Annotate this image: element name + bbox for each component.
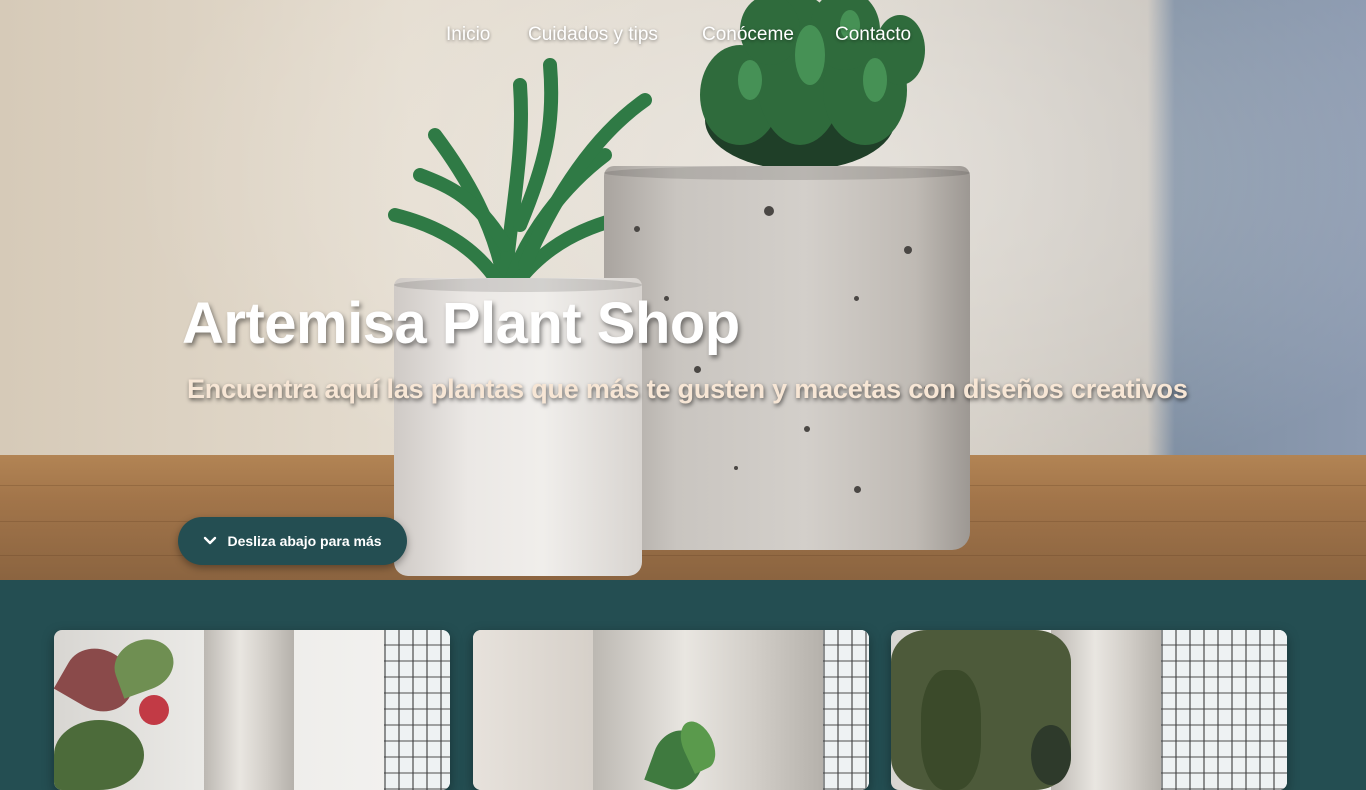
page-title: Artemisa Plant Shop (182, 291, 740, 356)
nav-link-cuidados-y-tips[interactable]: Cuidados y tips (528, 24, 658, 46)
nav-link-conoceme[interactable]: Conóceme (702, 24, 794, 46)
hero-banner: Inicio Cuidados y tips Conóceme Contacto… (0, 0, 1366, 580)
large-concrete-pot (604, 166, 970, 550)
gallery-card[interactable] (54, 630, 450, 790)
main-nav: Inicio Cuidados y tips Conóceme Contacto (0, 24, 1366, 48)
nav-link-inicio[interactable]: Inicio (446, 24, 490, 46)
gallery-card[interactable] (891, 630, 1287, 790)
gallery-section (0, 580, 1366, 790)
scroll-down-button[interactable]: Desliza abajo para más (178, 517, 407, 565)
page-subtitle: Encuentra aquí las plantas que más te gu… (187, 374, 1188, 404)
nav-link-contacto[interactable]: Contacto (835, 24, 911, 46)
scroll-down-label: Desliza abajo para más (227, 533, 382, 549)
gallery-card[interactable] (473, 630, 869, 790)
chevron-down-icon (203, 536, 217, 546)
